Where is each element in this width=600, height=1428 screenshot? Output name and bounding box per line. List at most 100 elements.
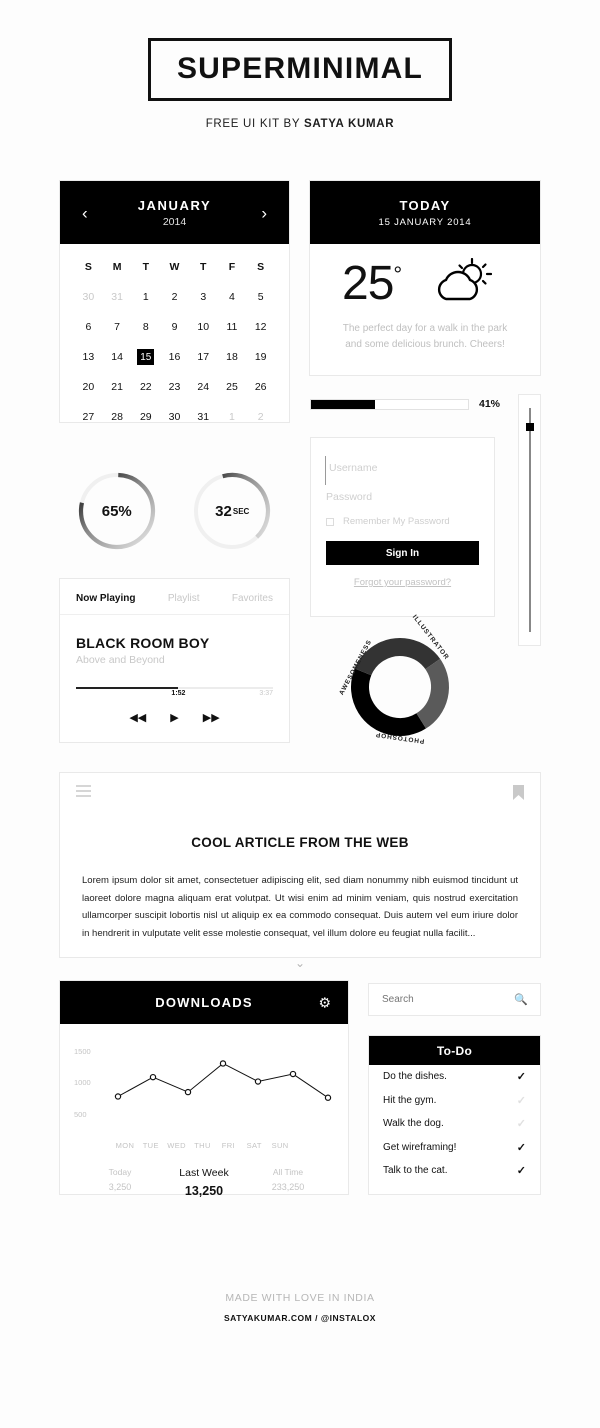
calendar-day[interactable]: 5 <box>246 282 275 312</box>
calendar-day[interactable]: 25 <box>218 372 247 402</box>
calendar-day[interactable]: 30 <box>74 282 103 312</box>
todo-header: To-Do <box>369 1036 540 1065</box>
calendar-day[interactable]: 2 <box>246 402 275 432</box>
brand-logo-box: SUPERMINIMAL <box>147 38 453 101</box>
calendar-day[interactable]: 31 <box>189 402 218 432</box>
chevron-down-icon[interactable]: ⌄ <box>60 956 540 970</box>
calendar-day[interactable]: 30 <box>160 402 189 432</box>
article-title: COOL ARTICLE FROM THE WEB <box>191 835 409 850</box>
downloads-header: DOWNLOADS ⚙ <box>60 981 348 1024</box>
calendar-day[interactable]: 29 <box>131 402 160 432</box>
calendar-widget: ‹ JANUARY 2014 › S M T W T F S 30 31 1 2 3 4 5 6 7 8 9 10 1… <box>59 180 290 423</box>
slider-handle[interactable] <box>525 423 534 431</box>
calendar-day[interactable]: 18 <box>218 342 247 372</box>
search-bar[interactable]: 🔍 <box>368 983 541 1016</box>
stat-value: 233,250 <box>271 1182 305 1192</box>
hamburger-icon[interactable] <box>76 785 91 805</box>
calendar-day[interactable]: 28 <box>103 402 132 432</box>
next-button[interactable]: ▶▶ <box>203 711 220 724</box>
calendar-day[interactable]: 15 <box>131 342 160 372</box>
page-footer: MADE WITH LOVE IN INDIA SATYAKUMAR.COM /… <box>0 1292 600 1323</box>
remember-checkbox[interactable] <box>326 517 334 526</box>
calendar-day[interactable]: 31 <box>103 282 132 312</box>
calendar-day[interactable]: 23 <box>160 372 189 402</box>
seconds-gauge: 32 SEC <box>191 470 273 552</box>
calendar-day[interactable]: 1 <box>131 282 160 312</box>
slider-track <box>529 408 530 632</box>
signin-button[interactable]: Sign In <box>326 541 479 565</box>
downloads-title: DOWNLOADS <box>155 995 253 1010</box>
calendar-prev-icon[interactable]: ‹ <box>82 204 88 221</box>
calendar-day[interactable]: 4 <box>218 282 247 312</box>
calendar-year-label: 2014 <box>162 215 187 228</box>
todo-check-icon[interactable]: ✓ <box>517 1094 526 1107</box>
music-tab[interactable]: Playlist <box>168 593 200 604</box>
bookmark-icon[interactable] <box>513 785 524 805</box>
gear-icon[interactable]: ⚙ <box>318 994 331 1011</box>
todo-item[interactable]: Do the dishes. ✓ <box>369 1065 540 1089</box>
progress-track[interactable] <box>310 398 469 410</box>
calendar-day[interactable]: 3 <box>189 282 218 312</box>
calendar-day[interactable]: 24 <box>189 372 218 402</box>
music-progress-track[interactable]: 1:52 3:37 <box>76 687 273 697</box>
chart-x-tick: MON <box>115 1141 135 1150</box>
todo-item[interactable]: Talk to the cat. ✓ <box>369 1159 540 1183</box>
music-tabs: Now Playing Playlist Favorites <box>60 579 289 615</box>
music-tab[interactable]: Favorites <box>232 593 273 604</box>
play-button[interactable]: ▶ <box>170 711 178 724</box>
temperature-value: 25 <box>342 256 394 310</box>
chart-x-tick: FRI <box>221 1141 236 1150</box>
calendar-next-icon[interactable]: › <box>261 204 267 221</box>
search-input[interactable] <box>382 994 514 1005</box>
calendar-day[interactable]: 20 <box>74 372 103 402</box>
calendar-day[interactable]: 1 <box>218 402 247 432</box>
todo-item[interactable]: Get wireframing! ✓ <box>369 1136 540 1160</box>
calendar-day[interactable]: 10 <box>189 312 218 342</box>
calendar-day[interactable]: 8 <box>131 312 160 342</box>
forgot-password-link[interactable]: Forgot your password? <box>326 577 479 588</box>
search-icon[interactable]: 🔍 <box>514 993 528 1006</box>
music-controls: ◀◀ ▶ ▶▶ <box>60 711 289 724</box>
calendar-day[interactable]: 27 <box>74 402 103 432</box>
calendar-day[interactable]: 2 <box>160 282 189 312</box>
todo-check-icon[interactable]: ✓ <box>517 1117 526 1130</box>
calendar-day[interactable]: 9 <box>160 312 189 342</box>
calendar-day[interactable]: 17 <box>189 342 218 372</box>
calendar-day[interactable]: 14 <box>103 342 132 372</box>
remember-password-row[interactable]: Remember My Password <box>326 516 479 527</box>
gauge-label: 32 SEC <box>191 470 273 552</box>
calendar-day[interactable]: 13 <box>74 342 103 372</box>
remember-label: Remember My Password <box>343 516 450 527</box>
todo-check-icon[interactable]: ✓ <box>517 1141 526 1154</box>
todo-check-icon[interactable]: ✓ <box>517 1070 526 1083</box>
previous-button[interactable]: ◀◀ <box>129 711 146 724</box>
chart-x-tick: THU <box>194 1141 211 1150</box>
todo-item[interactable]: Walk the dog. ✓ <box>369 1112 540 1136</box>
weather-header: TODAY 15 JANUARY 2014 <box>310 181 540 244</box>
calendar-day[interactable]: 6 <box>74 312 103 342</box>
weather-temperature: 25° <box>342 256 402 310</box>
music-tab[interactable]: Now Playing <box>76 593 135 604</box>
calendar-day[interactable]: 22 <box>131 372 160 402</box>
password-input[interactable]: Password <box>326 485 479 514</box>
calendar-week-row: 13 14 15 16 17 18 19 <box>74 342 275 372</box>
login-form: Username Password Remember My Password S… <box>310 437 495 617</box>
chart-y-tick: 500 <box>74 1109 87 1119</box>
calendar-day[interactable]: 7 <box>103 312 132 342</box>
gauge-value: 65% <box>101 502 132 520</box>
chart-x-tick: TUE <box>142 1141 159 1150</box>
todo-item[interactable]: Hit the gym. ✓ <box>369 1089 540 1113</box>
todo-check-icon[interactable]: ✓ <box>517 1164 526 1177</box>
vertical-slider-widget[interactable] <box>518 394 541 646</box>
stat-value: 3,250 <box>108 1182 132 1192</box>
calendar-day[interactable]: 16 <box>160 342 189 372</box>
brand-tagline: FREE UI KIT BY SATYA KUMAR <box>0 118 600 130</box>
calendar-day[interactable]: 26 <box>246 372 275 402</box>
calendar-day[interactable]: 19 <box>246 342 275 372</box>
calendar-day[interactable]: 11 <box>218 312 247 342</box>
footer-links: SATYAKUMAR.COM / @INSTALOX <box>224 1313 376 1323</box>
gauge-label: 65% <box>76 470 158 552</box>
calendar-day[interactable]: 12 <box>246 312 275 342</box>
username-input[interactable]: Username <box>325 456 479 485</box>
calendar-day[interactable]: 21 <box>103 372 132 402</box>
